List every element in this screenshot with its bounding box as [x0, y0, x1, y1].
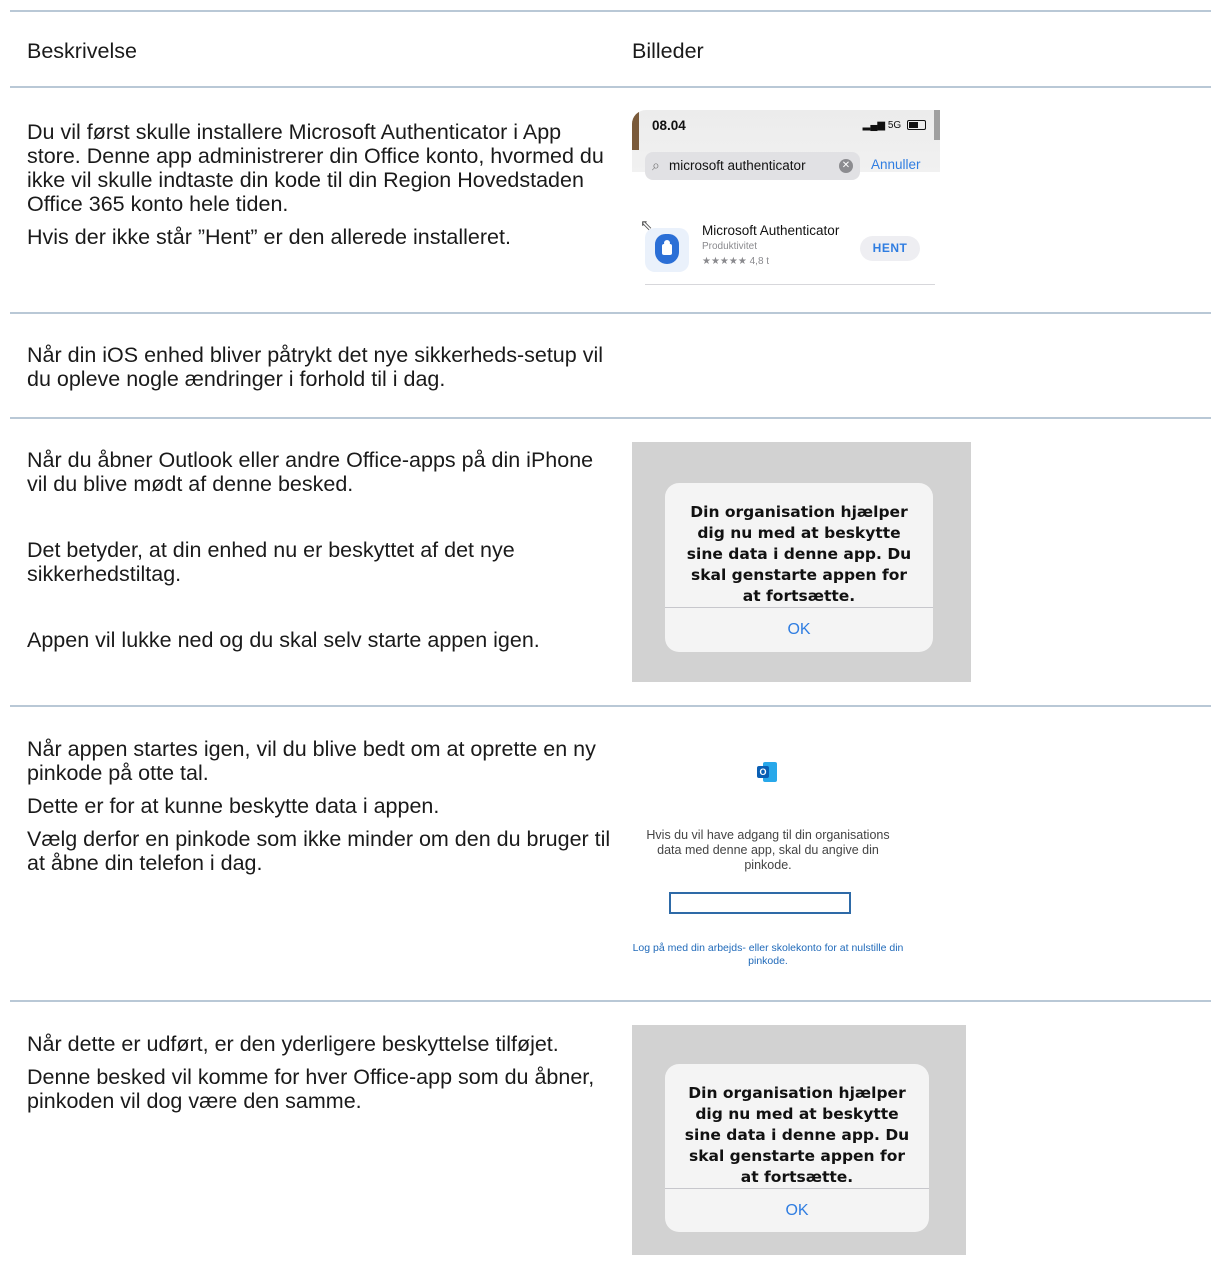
dialog-divider — [665, 1188, 929, 1189]
dialog-divider — [665, 607, 933, 608]
pin-prompt-screenshot: O Hvis du vil have adgang til din organi… — [632, 748, 904, 970]
dialog-message: Din organisation hjælper dig nu med at b… — [686, 503, 912, 605]
search-icon: ⌕ — [652, 157, 660, 173]
restart-dialog-screenshot: Din organisation hjælper dig nu med at b… — [632, 1025, 966, 1255]
table-row-description: Når appen startes igen, vil du blive bed… — [27, 737, 627, 875]
clear-icon: ✕ — [839, 159, 853, 173]
authenticator-app-icon — [645, 228, 689, 272]
search-field: ⌕ microsoft authenticator ✕ — [645, 152, 860, 180]
battery-icon — [907, 120, 926, 131]
row-divider — [10, 417, 1211, 419]
search-query: microsoft authenticator — [669, 158, 806, 173]
paragraph: Når appen startes igen, vil du blive bed… — [27, 737, 596, 785]
alert-dialog: Din organisation hjælper dig nu med at b… — [665, 1064, 929, 1232]
paragraph: Appen vil lukke ned og du skal selv star… — [27, 628, 540, 652]
get-button: HENT — [860, 236, 920, 261]
phone-edge — [934, 110, 940, 140]
paragraph: Vælg derfor en pinkode som ikke minder o… — [27, 827, 611, 875]
app-store-screenshot: 08.04 ▂▄▆ 5G ⌕ microsoft authenticator ✕… — [632, 110, 940, 288]
app-rating: ★★★★★ 4,8 t — [702, 256, 770, 267]
paragraph: Når du åbner Outlook eller andre Office-… — [27, 448, 594, 496]
status-time: 08.04 — [652, 118, 686, 133]
app-name: Microsoft Authenticator — [702, 223, 840, 238]
divider — [645, 284, 935, 285]
table-row-description: Du vil først skulle installere Microsoft… — [27, 120, 617, 249]
paragraph: Når din iOS enhed bliver påtrykt det nye… — [27, 343, 603, 391]
paragraph: Dette er for at kunne beskytte data i ap… — [27, 794, 440, 818]
outlook-icon: O — [757, 762, 777, 782]
paragraph: Når dette er udført, er den yderligere b… — [27, 1032, 559, 1056]
dialog-message: Din organisation hjælper dig nu med at b… — [684, 1084, 910, 1186]
table-row-description: Når du åbner Outlook eller andre Office-… — [27, 448, 617, 652]
alert-dialog: Din organisation hjælper dig nu med at b… — [665, 483, 933, 652]
reset-pin-link: Log på med din arbejds- eller skolekonto… — [632, 942, 904, 967]
pin-prompt-text: Hvis du vil have adgang til din organisa… — [646, 828, 890, 872]
row-divider — [10, 1000, 1211, 1002]
pin-input — [669, 892, 851, 914]
column-header-description: Beskrivelse — [27, 39, 137, 63]
cancel-link: Annuller — [871, 157, 921, 172]
table-row-description: Når dette er udført, er den yderligere b… — [27, 1032, 617, 1113]
network-label: 5G — [887, 120, 902, 131]
app-category: Produktivitet — [702, 241, 758, 252]
paragraph: Hvis der ikke står ”Hent” er den allered… — [27, 225, 511, 249]
paragraph: Du vil først skulle installere Microsoft… — [27, 120, 604, 216]
ok-button: OK — [785, 1202, 809, 1219]
table-top-rule — [10, 10, 1211, 12]
header-rule — [10, 86, 1211, 88]
phone-edge — [632, 110, 639, 150]
status-indicators: ▂▄▆ 5G — [863, 120, 926, 131]
table-row-description: Når din iOS enhed bliver påtrykt det nye… — [27, 343, 617, 391]
row-divider — [10, 705, 1211, 707]
paragraph: Det betyder, at din enhed nu er beskytte… — [27, 538, 515, 586]
paragraph: Denne besked vil komme for hver Office-a… — [27, 1065, 595, 1113]
row-divider — [10, 312, 1211, 314]
signal-icon: ▂▄▆ — [862, 120, 886, 131]
ok-button: OK — [787, 621, 811, 638]
column-header-images: Billeder — [632, 39, 704, 63]
restart-dialog-screenshot: Din organisation hjælper dig nu med at b… — [632, 442, 971, 682]
